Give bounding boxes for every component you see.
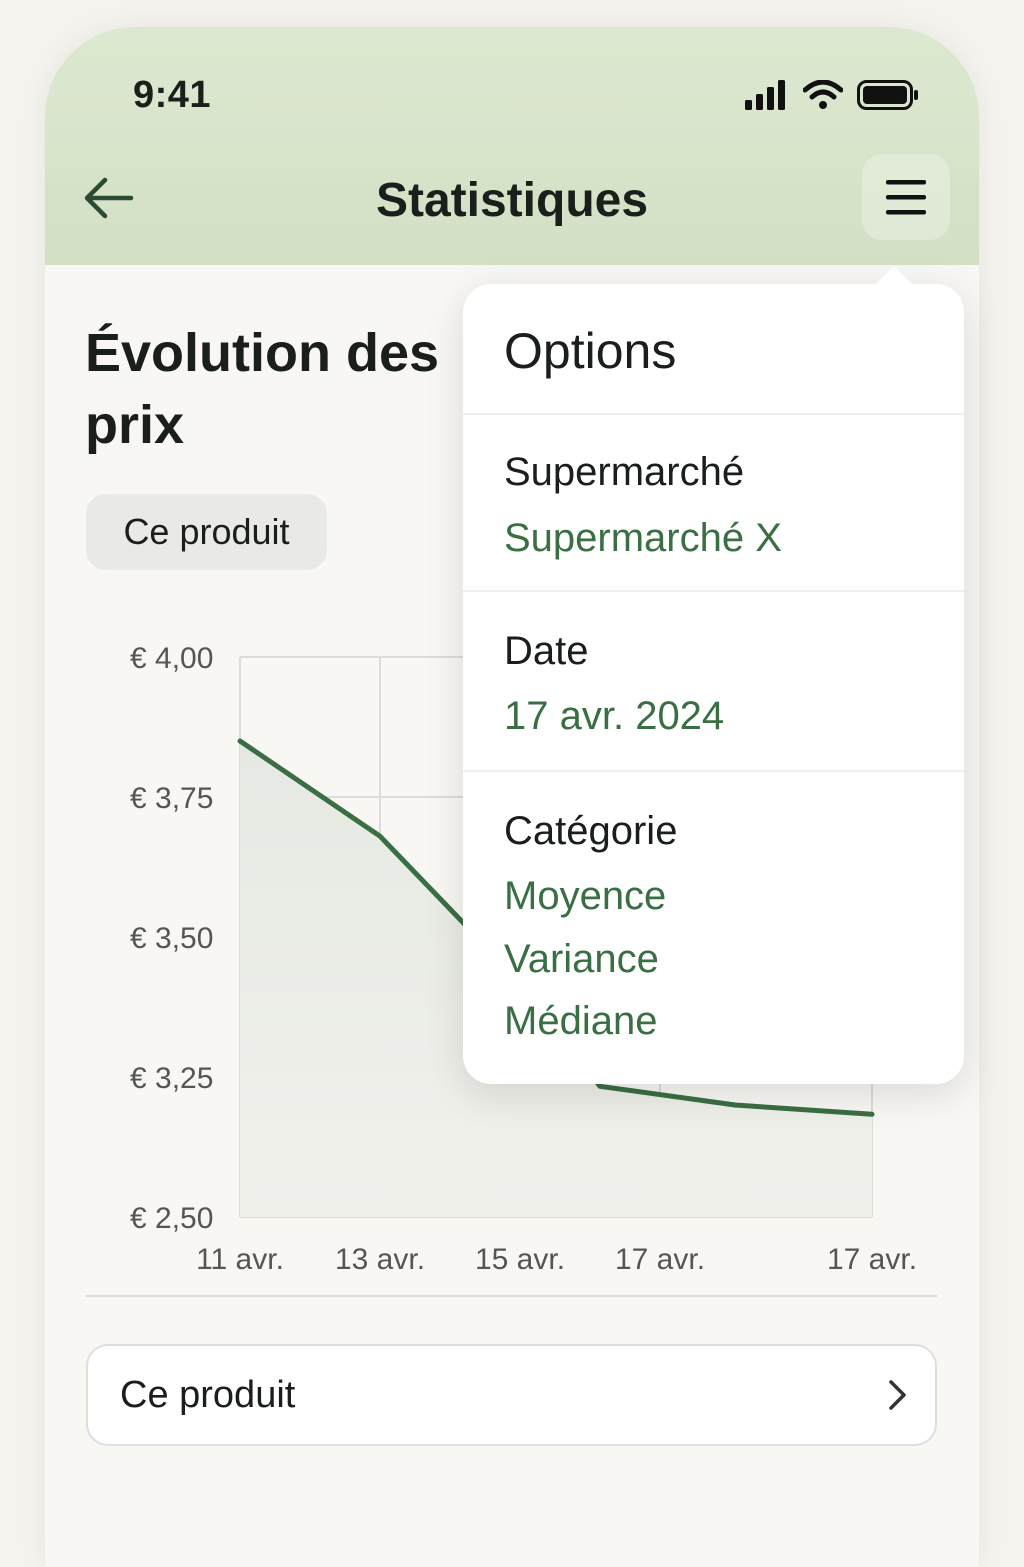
y-tick-label: € 3,50 — [130, 922, 213, 955]
x-tick-label: 17 avr. — [615, 1243, 705, 1276]
wifi-icon — [803, 80, 843, 109]
category-option-average[interactable]: Moyence — [504, 874, 666, 919]
header-bar: 9:41 Statistiques — [45, 27, 979, 265]
dropdown-arrow — [872, 266, 916, 288]
options-dropdown: Options Supermarché Supermarché X Date 1… — [463, 266, 964, 1084]
signal-icon — [745, 80, 785, 110]
page-title: Statistiques — [375, 174, 649, 227]
supermarket-value[interactable]: Supermarché X — [504, 516, 782, 561]
category-option-variance[interactable]: Variance — [504, 937, 659, 982]
y-tick-label: € 3,75 — [130, 782, 213, 815]
category-label: Catégorie — [504, 809, 678, 853]
category-option-median[interactable]: Médiane — [504, 999, 657, 1044]
x-tick-label: 13 avr. — [335, 1243, 425, 1276]
dropdown-divider — [463, 770, 964, 772]
dropdown-divider — [463, 413, 964, 415]
product-row-label: Ce produit — [120, 1374, 296, 1416]
x-tick-label: 11 avr. — [196, 1243, 284, 1276]
date-label: Date — [504, 629, 589, 673]
supermarket-label: Supermarché — [504, 450, 745, 494]
section-title-line2: prix — [85, 395, 185, 455]
filter-chip[interactable]: Ce produit — [86, 494, 327, 570]
dropdown-title: Options — [504, 323, 677, 379]
date-value[interactable]: 17 avr. 2024 — [504, 694, 724, 739]
hamburger-icon — [886, 180, 926, 215]
menu-button[interactable] — [862, 154, 950, 240]
product-row[interactable]: Ce produit — [86, 1344, 937, 1446]
divider — [86, 1295, 937, 1297]
status-time: 9:41 — [133, 74, 212, 116]
status-icons — [745, 77, 919, 113]
chevron-right-icon — [889, 1380, 906, 1410]
x-tick-label: 15 avr. — [475, 1243, 565, 1276]
y-tick-label: € 3,25 — [130, 1062, 213, 1095]
section-title-line1: Évolution des — [85, 323, 440, 383]
section-title: Évolution des prix — [85, 317, 485, 461]
y-tick-label: € 2,50 — [130, 1202, 213, 1235]
battery-icon — [857, 80, 918, 110]
dropdown-divider — [463, 590, 964, 592]
x-tick-label: 17 avr. — [827, 1243, 917, 1276]
y-tick-label: € 4,00 — [130, 642, 213, 675]
